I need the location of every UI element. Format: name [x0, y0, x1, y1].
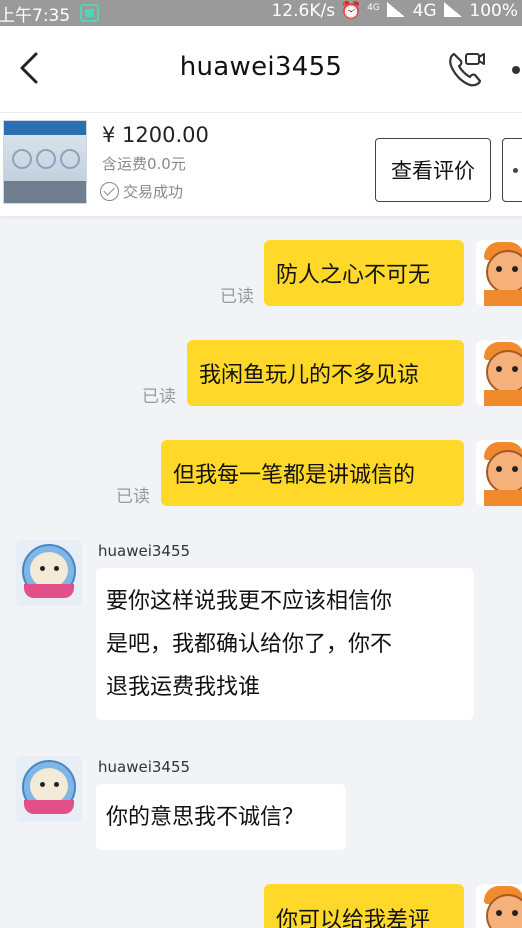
message-line: 退我运费我找谁	[106, 675, 261, 700]
more-options-icon[interactable]	[512, 66, 520, 74]
message-bubble[interactable]: 防人之心不可无	[264, 240, 464, 306]
battery-level: 100%	[469, 1, 518, 21]
page-title: huawei3455	[179, 52, 343, 82]
chat-header: huawei3455	[0, 26, 522, 112]
message-bubble[interactable]: 我闲鱼玩儿的不多见谅	[187, 340, 464, 406]
signal-icon-2	[443, 2, 462, 17]
product-card: ¥ 1200.00 含运费0.0元 交易成功 查看评价	[0, 112, 522, 216]
message-bubble[interactable]: 但我每一笔都是讲诚信的	[161, 440, 464, 506]
message-bubble[interactable]: 你可以给我差评	[264, 884, 464, 928]
more-actions-button[interactable]	[502, 138, 522, 202]
status-indicators: 12.6K/s ⏰ 4G 4G 100%	[271, 1, 518, 21]
my-avatar[interactable]	[476, 440, 522, 506]
view-review-button[interactable]: 查看评价	[375, 138, 491, 202]
signal-icon	[387, 2, 406, 17]
trade-status-label: 交易成功	[123, 183, 184, 201]
contact-avatar[interactable]	[16, 540, 82, 606]
alarm-icon: ⏰	[340, 1, 362, 21]
status-bar: 上午7:35 12.6K/s ⏰ 4G 4G 100%	[0, 0, 522, 26]
product-price: ¥ 1200.00	[102, 123, 209, 147]
network-small-label: 4G	[367, 3, 380, 13]
sender-name: huawei3455	[98, 758, 191, 776]
read-receipt: 已读	[142, 387, 176, 407]
network-type: 4G	[412, 1, 437, 21]
product-thumbnail[interactable]	[3, 120, 87, 204]
message-line: 你的意思我不诚信？	[106, 804, 305, 830]
product-shipping: 含运费0.0元	[102, 155, 186, 173]
status-time: 上午7:35	[0, 6, 71, 26]
contact-avatar[interactable]	[16, 756, 82, 822]
message-line: 要你这样说我更不应该相信你	[106, 589, 393, 614]
read-receipt: 已读	[116, 487, 150, 507]
my-avatar[interactable]	[476, 884, 522, 928]
scan-icon	[80, 4, 99, 22]
message-line: 是吧，我都确认给你了，你不	[106, 632, 393, 657]
video-call-icon[interactable]	[446, 48, 486, 88]
check-circle-icon	[100, 182, 119, 201]
message-bubble[interactable]: 你的意思我不诚信？	[96, 784, 346, 850]
network-speed: 12.6K/s	[271, 1, 336, 21]
my-avatar[interactable]	[476, 240, 522, 306]
read-receipt: 已读	[220, 287, 254, 307]
message-bubble[interactable]: 要你这样说我更不应该相信你 是吧，我都确认给你了，你不 退我运费我找谁	[96, 568, 474, 720]
sender-name: huawei3455	[98, 542, 191, 560]
my-avatar[interactable]	[476, 340, 522, 406]
trade-status: 交易成功	[100, 181, 183, 202]
